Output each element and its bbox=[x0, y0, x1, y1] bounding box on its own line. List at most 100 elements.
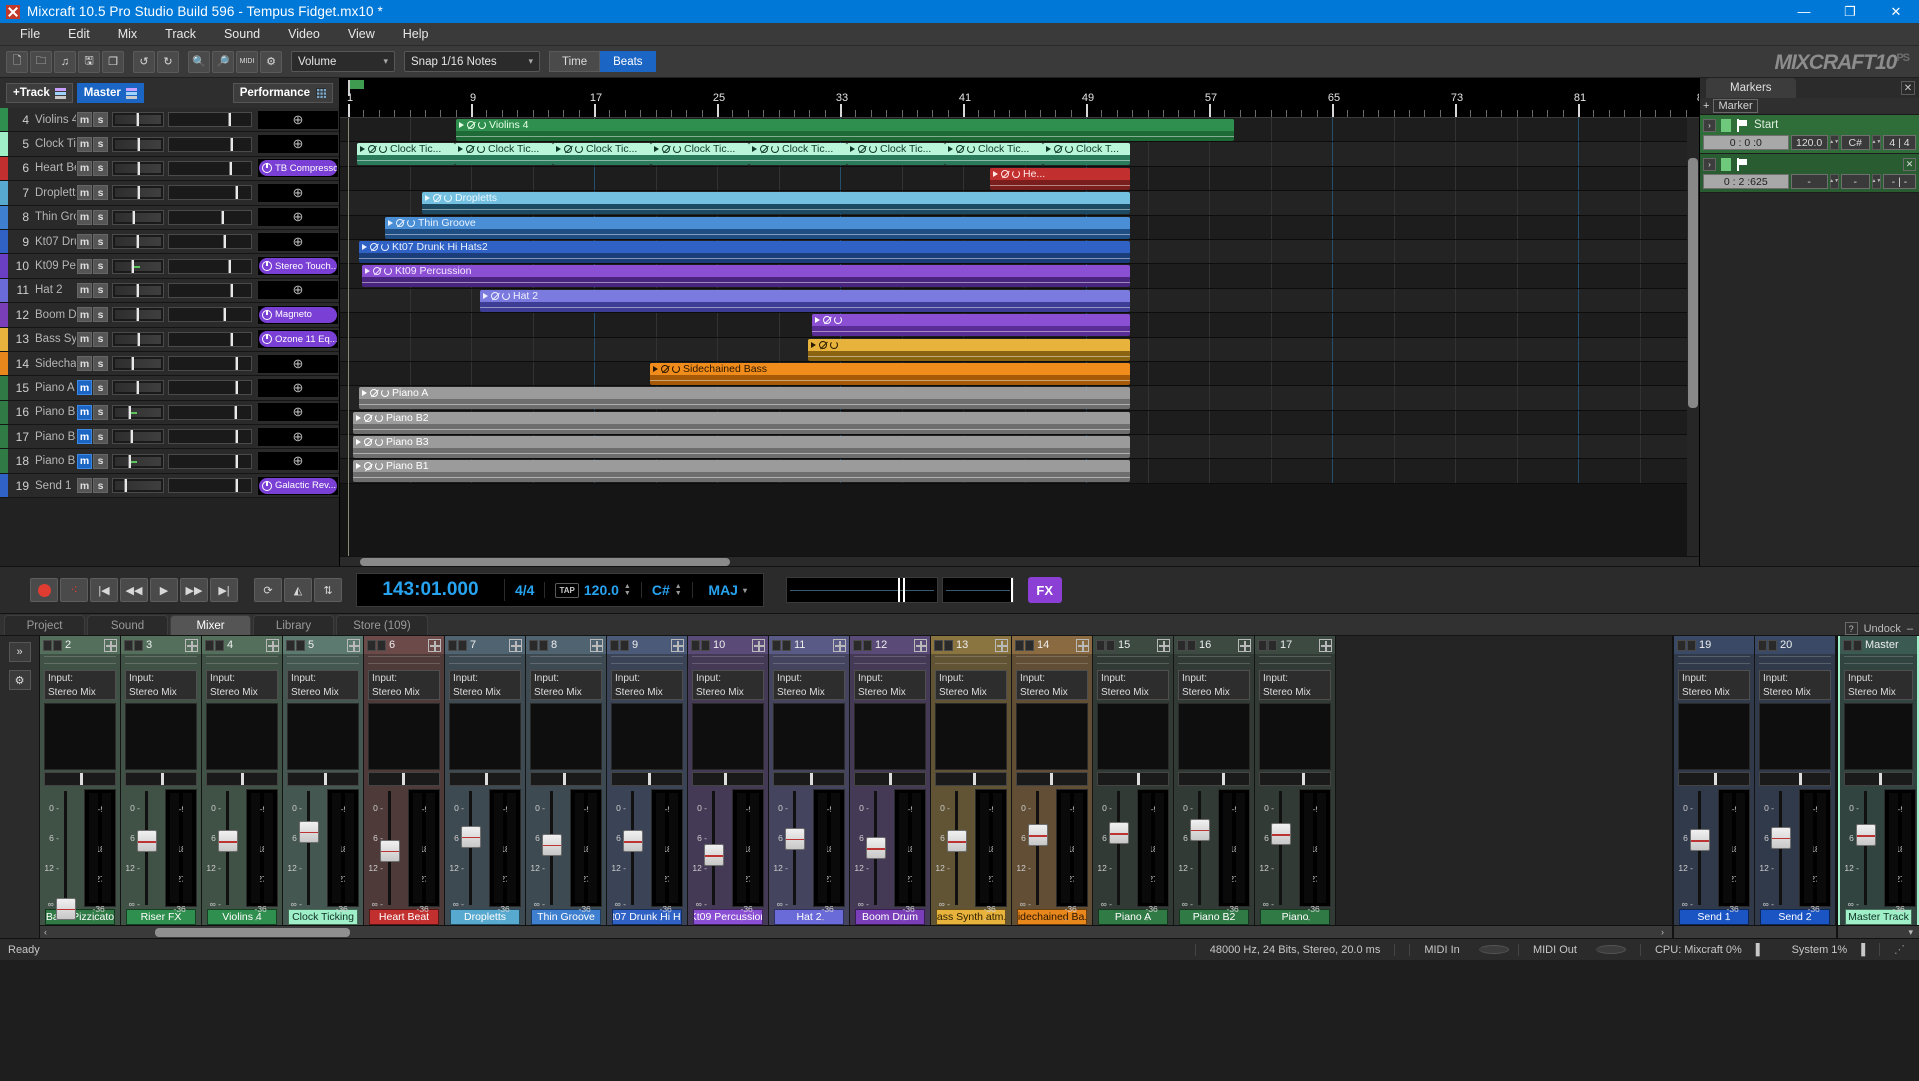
mute-button[interactable]: m bbox=[77, 234, 92, 250]
pan-control[interactable] bbox=[206, 772, 278, 786]
minimize-panel-button[interactable]: – bbox=[1907, 623, 1913, 635]
add-effect-icon[interactable]: ⊕ bbox=[293, 380, 304, 396]
input-select[interactable]: Input: Stereo Mix bbox=[854, 670, 926, 700]
timeline-lane[interactable]: Sidechained Bass bbox=[340, 361, 1699, 387]
pan-control[interactable] bbox=[1016, 772, 1088, 786]
effect-slot[interactable]: ⊕ bbox=[257, 109, 339, 130]
clip-mute-icon[interactable] bbox=[373, 267, 381, 276]
strip-header[interactable]: 12 bbox=[850, 636, 930, 654]
timeline-vertical-scrollbar[interactable] bbox=[1687, 118, 1699, 556]
mute-button[interactable]: m bbox=[77, 478, 92, 494]
routing-icon[interactable] bbox=[752, 638, 765, 652]
clip-mute-icon[interactable] bbox=[858, 145, 866, 154]
track-name[interactable]: Bass Synth bbox=[32, 333, 76, 345]
marker-signature[interactable]: - | - bbox=[1882, 174, 1917, 189]
send-slot[interactable] bbox=[1016, 656, 1088, 661]
fader-track[interactable] bbox=[307, 791, 310, 905]
pan-control[interactable] bbox=[692, 772, 764, 786]
pan-slider[interactable] bbox=[112, 478, 164, 494]
mixer-strip[interactable]: 19Input:Stereo Mix0 -6 -12 -∞ -- -9 -- -… bbox=[1674, 636, 1755, 925]
volume-slider[interactable] bbox=[168, 209, 252, 225]
scale-value[interactable]: MAJ bbox=[708, 582, 738, 598]
marker-tempo[interactable]: - bbox=[1790, 174, 1828, 189]
strip-header[interactable]: 5 bbox=[283, 636, 363, 654]
effects-rack[interactable] bbox=[854, 703, 926, 770]
fast-forward-button[interactable]: ▶▶ bbox=[180, 578, 208, 602]
add-effect-icon[interactable]: ⊕ bbox=[293, 429, 304, 445]
track-name[interactable]: Thin Groove bbox=[32, 211, 76, 223]
timeline-lane[interactable]: Piano B2 bbox=[340, 410, 1699, 436]
routing-icon[interactable] bbox=[1238, 638, 1251, 652]
send-slot[interactable] bbox=[935, 663, 1007, 668]
clip-loop-icon[interactable] bbox=[575, 145, 583, 154]
volume-fader[interactable] bbox=[1271, 823, 1291, 846]
volume-slider[interactable] bbox=[168, 160, 252, 176]
volume-slider[interactable] bbox=[168, 112, 252, 128]
clip-play-icon[interactable] bbox=[948, 146, 953, 153]
track-row[interactable]: 13Bass Synthms Ozone 11 Eq... bbox=[0, 327, 339, 352]
effects-rack[interactable] bbox=[44, 703, 116, 770]
go-to-start-button[interactable]: |◀ bbox=[90, 578, 118, 602]
chevron-down-icon[interactable]: ▾ bbox=[1908, 927, 1913, 938]
stereo-icon[interactable] bbox=[691, 639, 710, 651]
routing-icon[interactable] bbox=[266, 638, 279, 652]
clip-loop-icon[interactable] bbox=[444, 194, 452, 203]
send-slot[interactable] bbox=[1259, 663, 1331, 668]
delete-marker-icon[interactable]: ✕ bbox=[1903, 157, 1916, 171]
record-button[interactable] bbox=[30, 578, 58, 602]
audio-clip[interactable]: Clock Tic... bbox=[847, 143, 945, 166]
strip-header[interactable]: 16 bbox=[1174, 636, 1254, 654]
volume-fader[interactable] bbox=[704, 844, 724, 867]
scrollbar-thumb[interactable] bbox=[1688, 158, 1698, 408]
send-slot[interactable] bbox=[1844, 663, 1913, 668]
effects-rack[interactable] bbox=[1678, 703, 1750, 770]
audio-clip[interactable]: Clock Tic... bbox=[945, 143, 1043, 166]
routing-icon[interactable] bbox=[590, 638, 603, 652]
effects-rack[interactable] bbox=[1259, 703, 1331, 770]
add-effect-icon[interactable]: ⊕ bbox=[293, 185, 304, 201]
clip-loop-icon[interactable] bbox=[384, 267, 392, 276]
effect-slot[interactable]: Stereo Touch... bbox=[257, 256, 339, 277]
audio-clip[interactable]: Clock Tic... bbox=[749, 143, 847, 166]
stereo-icon[interactable] bbox=[1758, 639, 1777, 651]
strip-header[interactable]: 9 bbox=[607, 636, 687, 654]
send-slot[interactable] bbox=[1178, 656, 1250, 661]
stereo-icon[interactable] bbox=[1177, 639, 1196, 651]
track-row[interactable]: 18Piano B1ms ⊕ bbox=[0, 449, 339, 474]
clip-loop-icon[interactable] bbox=[478, 121, 486, 129]
clip-loop-icon[interactable] bbox=[1012, 169, 1020, 178]
volume-slider[interactable] bbox=[168, 234, 252, 250]
solo-button[interactable]: s bbox=[93, 380, 108, 396]
tap-tempo-button[interactable]: TAP bbox=[555, 582, 579, 598]
add-track-button[interactable]: +Track bbox=[6, 83, 73, 103]
solo-button[interactable]: s bbox=[93, 404, 108, 420]
effect-slot[interactable]: ⊕ bbox=[257, 182, 339, 203]
pan-control[interactable] bbox=[1178, 772, 1250, 786]
markers-tab[interactable]: Markers bbox=[1706, 78, 1796, 98]
marker-time[interactable]: 0 : 0 :0 bbox=[1703, 135, 1789, 150]
send-slot[interactable] bbox=[1259, 656, 1331, 661]
timeline-ruler[interactable]: 1917253341495765738189971051131211291371… bbox=[340, 78, 1699, 118]
playback-position[interactable]: 143:01.000 bbox=[357, 579, 505, 601]
mixer-strip[interactable]: 13Input:Stereo Mix0 -6 -12 -∞ -- -9 -- -… bbox=[931, 636, 1012, 925]
scrollbar-thumb[interactable] bbox=[155, 928, 350, 937]
maximize-button[interactable]: ❐ bbox=[1827, 0, 1873, 23]
volume-slider[interactable] bbox=[168, 404, 252, 420]
performance-button[interactable]: Performance bbox=[232, 83, 333, 103]
audio-clip[interactable]: Piano B3 bbox=[353, 436, 1130, 459]
clip-mute-icon[interactable] bbox=[823, 316, 831, 325]
effects-rack[interactable] bbox=[611, 703, 683, 770]
stereo-icon[interactable] bbox=[1843, 639, 1862, 651]
volume-fader[interactable] bbox=[218, 830, 238, 853]
pan-control[interactable] bbox=[530, 772, 602, 786]
effect-chip[interactable]: Stereo Touch... bbox=[259, 258, 337, 275]
close-icon[interactable]: ✕ bbox=[1901, 81, 1915, 95]
duplicate-icon[interactable]: ❐ bbox=[102, 50, 124, 73]
send-slot[interactable] bbox=[125, 656, 197, 661]
clip-play-icon[interactable] bbox=[556, 146, 561, 153]
send-slot[interactable] bbox=[44, 663, 116, 668]
close-button[interactable]: ✕ bbox=[1873, 0, 1919, 23]
minimize-button[interactable]: — bbox=[1781, 0, 1827, 23]
power-icon[interactable] bbox=[262, 334, 272, 345]
add-effect-icon[interactable]: ⊕ bbox=[293, 209, 304, 225]
